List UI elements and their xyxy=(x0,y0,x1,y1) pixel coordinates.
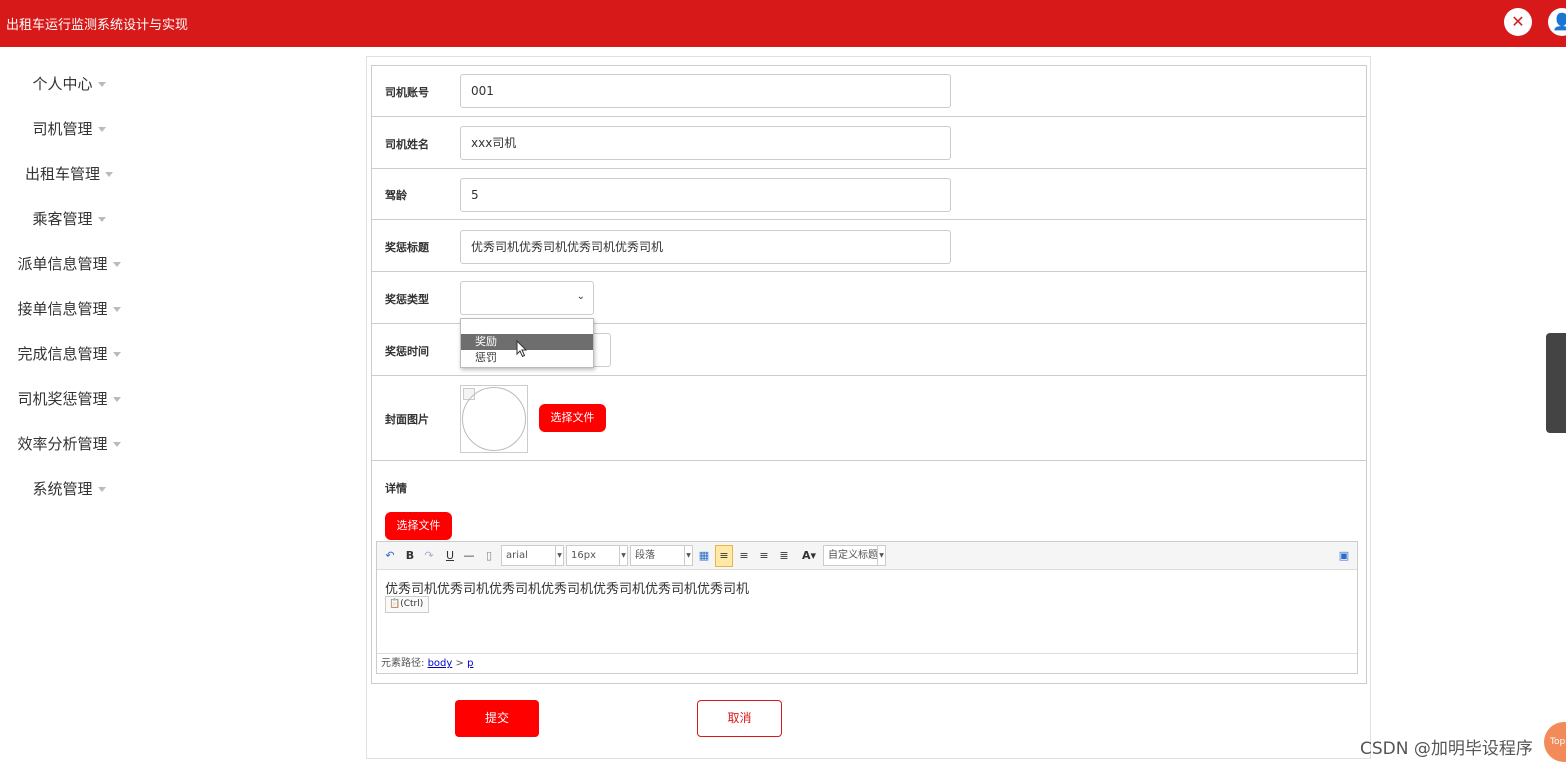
driver-name-field[interactable]: xxx司机 xyxy=(460,126,951,160)
chevron-down-icon xyxy=(112,262,121,267)
close-icon[interactable]: ✕ xyxy=(1504,8,1532,36)
chevron-down-icon: ▼ xyxy=(877,546,885,565)
chevron-down-icon xyxy=(112,442,121,447)
underline-icon[interactable]: U xyxy=(443,547,457,565)
page-icon[interactable]: ▯ xyxy=(482,547,496,565)
element-path-p-link[interactable]: p xyxy=(467,658,473,669)
reward-title-label: 奖惩标题 xyxy=(385,241,429,254)
details-choose-file-button[interactable]: 选择文件 xyxy=(385,512,452,540)
cancel-button[interactable]: 取消 xyxy=(697,700,782,737)
table-icon[interactable]: ▦ xyxy=(697,547,711,565)
sidebar-item-driver-management[interactable]: 司机管理 xyxy=(4,118,134,139)
driver-account-label: 司机账号 xyxy=(385,86,429,99)
reward-type-label: 奖惩类型 xyxy=(385,293,429,306)
details-label: 详情 xyxy=(385,482,407,495)
chevron-down-icon: ▼ xyxy=(684,546,692,565)
side-drawer-handle[interactable] xyxy=(1546,333,1566,433)
reward-title-field[interactable]: 优秀司机优秀司机优秀司机优秀司机 xyxy=(460,230,951,264)
driving-years-field[interactable]: 5 xyxy=(460,178,951,212)
align-right-icon[interactable]: ≡ xyxy=(737,547,751,565)
element-path-body-link[interactable]: body xyxy=(428,658,453,669)
driver-account-field[interactable]: 001 xyxy=(460,74,951,108)
element-path-separator: > xyxy=(455,658,464,669)
top-header: 出租车运行监测系统设计与实现 ✕ 👤 xyxy=(0,0,1566,47)
sidebar-item-passenger-management[interactable]: 乘客管理 xyxy=(4,208,134,229)
cover-image-label: 封面图片 xyxy=(385,413,429,426)
cover-image-preview xyxy=(460,385,528,453)
app-title: 出租车运行监测系统设计与实现 xyxy=(6,18,189,33)
chevron-down-icon: ⌄ xyxy=(576,291,585,302)
sidebar-item-driver-reward-punish[interactable]: 司机奖惩管理 xyxy=(4,388,134,409)
sidebar-item-completion-info[interactable]: 完成信息管理 xyxy=(4,343,134,364)
reward-type-select[interactable]: ⌄ xyxy=(460,281,594,315)
sidebar-item-personal-center[interactable]: 个人中心 xyxy=(4,73,134,94)
back-to-top-button[interactable]: Top xyxy=(1544,722,1566,762)
chevron-down-icon xyxy=(112,397,121,402)
chevron-down-icon xyxy=(97,217,106,222)
chevron-down-icon xyxy=(105,172,113,177)
chevron-down-icon xyxy=(112,307,121,312)
image-circle xyxy=(462,387,526,451)
rich-text-editor[interactable]: ↶ B ↷ U — ▯ arial ▼ 16px ▼ 段落 ▼ ▦ ≡ ≡ ≡ ≣ A… xyxy=(376,541,1358,674)
sidebar-item-accept-order-info[interactable]: 接单信息管理 xyxy=(4,298,134,319)
sidebar-item-efficiency-analysis[interactable]: 效率分析管理 xyxy=(4,433,134,454)
paste-options-icon[interactable]: 📋(Ctrl) xyxy=(385,596,429,613)
custom-title-select[interactable]: 自定义标题 ▼ xyxy=(823,545,886,566)
font-color-icon[interactable]: A▾ xyxy=(797,547,821,565)
reward-time-label: 奖惩时间 xyxy=(385,345,429,358)
chevron-down-icon: ▼ xyxy=(555,546,563,565)
align-center-icon[interactable]: ≡ xyxy=(757,547,771,565)
chevron-down-icon xyxy=(112,352,121,357)
editor-content[interactable]: 优秀司机优秀司机优秀司机优秀司机优秀司机优秀司机优秀司机 xyxy=(385,578,749,597)
undo-icon[interactable]: ↶ xyxy=(383,547,397,565)
sidebar-item-system-management[interactable]: 系统管理 xyxy=(4,478,134,499)
font-size-select[interactable]: 16px ▼ xyxy=(566,545,628,566)
mouse-cursor-icon xyxy=(516,340,528,358)
chevron-down-icon xyxy=(97,487,106,492)
fullscreen-icon[interactable]: ▣ xyxy=(1337,547,1351,565)
align-left-icon[interactable]: ≡ xyxy=(715,545,733,567)
sidebar-item-dispatch-info[interactable]: 派单信息管理 xyxy=(4,253,134,274)
chevron-down-icon xyxy=(97,82,106,87)
chevron-down-icon: ▼ xyxy=(619,546,627,565)
paragraph-select[interactable]: 段落 ▼ xyxy=(630,545,693,566)
element-path-bar: 元素路径: body > p xyxy=(377,653,1357,673)
font-family-select[interactable]: arial ▼ xyxy=(501,545,564,566)
chevron-down-icon xyxy=(97,127,106,132)
watermark: CSDN @加明毕设程序 xyxy=(1360,739,1533,759)
driving-years-label: 驾龄 xyxy=(385,189,407,202)
editor-toolbar: ↶ B ↷ U — ▯ arial ▼ 16px ▼ 段落 ▼ ▦ ≡ ≡ ≡ ≣ A… xyxy=(377,542,1357,570)
user-icon[interactable]: 👤 xyxy=(1548,8,1566,36)
horizontal-rule-icon[interactable]: — xyxy=(462,547,476,565)
redo-icon[interactable]: ↷ xyxy=(422,547,436,565)
cover-choose-file-button[interactable]: 选择文件 xyxy=(539,404,606,432)
element-path-label: 元素路径: xyxy=(381,658,425,669)
driver-name-label: 司机姓名 xyxy=(385,138,429,151)
bold-icon[interactable]: B xyxy=(403,547,417,565)
submit-button[interactable]: 提交 xyxy=(455,700,539,737)
sidebar-item-taxi-management[interactable]: 出租车管理 xyxy=(4,163,134,184)
align-justify-icon[interactable]: ≣ xyxy=(777,547,791,565)
